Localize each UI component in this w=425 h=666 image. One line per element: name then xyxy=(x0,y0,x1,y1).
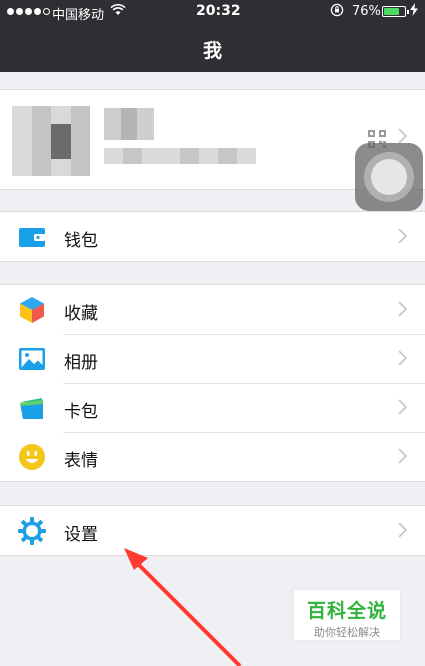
watermark-subtitle: 助你轻松解决 xyxy=(314,626,380,639)
chevron-right-icon xyxy=(398,350,408,366)
menu-item-label: 卡包 xyxy=(64,402,98,422)
menu-item-label: 钱包 xyxy=(64,231,98,251)
favorites-cube-icon xyxy=(18,296,46,324)
album-icon xyxy=(18,345,46,373)
annotation-arrow xyxy=(124,548,242,666)
charging-bolt-icon xyxy=(410,3,418,19)
status-bar: 中国移动 20:32 76% xyxy=(0,0,425,24)
menu-item-wallet[interactable]: 钱包 xyxy=(0,212,425,261)
carrier-name: 中国移动 xyxy=(52,8,105,23)
menu-item-label: 收藏 xyxy=(64,304,98,324)
menu-group-media: 收藏 相册 卡包 表情 xyxy=(0,284,425,482)
gear-icon xyxy=(18,517,46,545)
wallet-icon xyxy=(18,223,46,251)
menu-item-card-pack[interactable]: 卡包 xyxy=(0,383,425,432)
chevron-right-icon xyxy=(398,522,408,538)
chevron-right-icon xyxy=(398,228,408,244)
menu-item-stickers[interactable]: 表情 xyxy=(0,432,425,481)
menu-item-label: 表情 xyxy=(64,451,98,471)
chevron-right-icon xyxy=(398,448,408,464)
battery-percent: 76% xyxy=(352,4,381,19)
status-time: 20:32 xyxy=(196,3,241,19)
chevron-right-icon xyxy=(398,399,408,415)
page-title: 我 xyxy=(202,40,222,62)
smiley-icon xyxy=(18,443,46,471)
watermark-title: 百科全说 xyxy=(306,600,387,622)
profile-name-blurred xyxy=(104,108,154,140)
chevron-right-icon xyxy=(398,301,408,317)
menu-group-wallet: 钱包 xyxy=(0,211,425,262)
chevron-right-icon xyxy=(398,128,408,144)
menu-item-label: 相册 xyxy=(64,353,98,373)
battery-icon xyxy=(382,6,409,17)
top-bar: 中国移动 20:32 76% 我 xyxy=(0,0,425,72)
card-pack-icon xyxy=(18,394,46,422)
menu-item-album[interactable]: 相册 xyxy=(0,334,425,383)
menu-item-label: 设置 xyxy=(64,525,98,545)
menu-item-favorites[interactable]: 收藏 xyxy=(0,285,425,334)
rotation-lock-icon xyxy=(330,3,344,21)
signal-strength-icon xyxy=(7,8,50,15)
assistive-touch-button[interactable] xyxy=(355,143,423,211)
watermark-logo: 百科全说 助你轻松解决 xyxy=(294,590,400,640)
avatar[interactable] xyxy=(12,106,90,176)
wifi-icon xyxy=(110,3,126,20)
profile-id-blurred xyxy=(104,148,256,164)
